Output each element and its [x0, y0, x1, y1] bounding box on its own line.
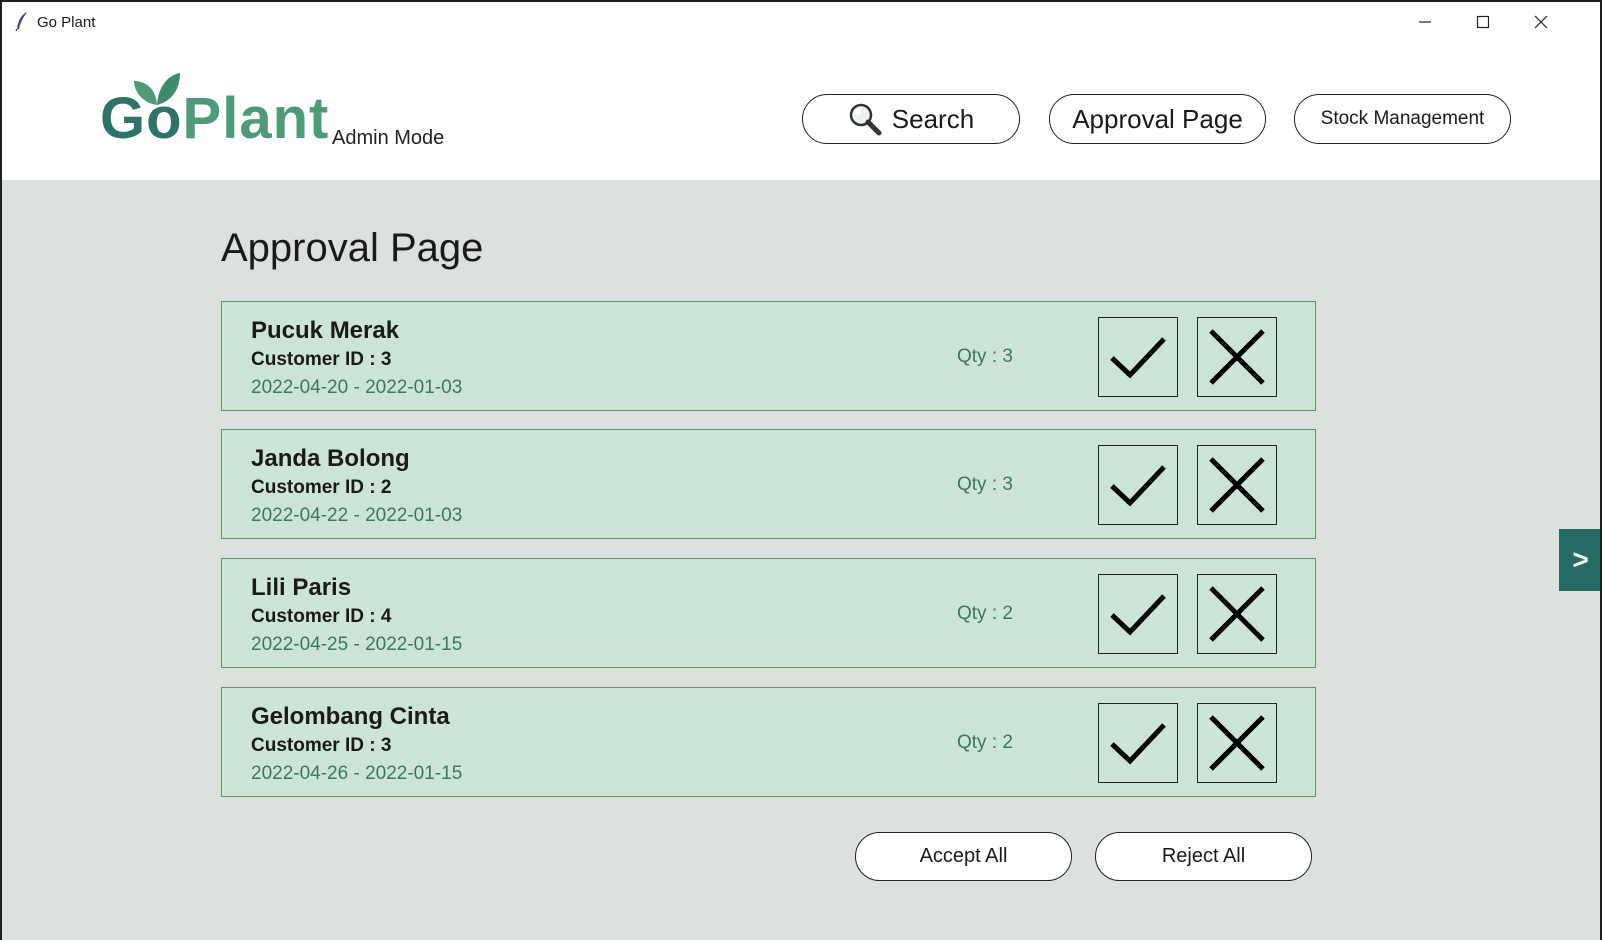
- plant-name: Janda Bolong: [251, 445, 410, 472]
- reject-button[interactable]: [1197, 445, 1277, 525]
- next-arrow-label: >: [1572, 544, 1589, 575]
- checkmark-icon: [1110, 337, 1166, 379]
- admin-mode-label: Admin Mode: [332, 127, 445, 149]
- x-icon: [1209, 457, 1265, 513]
- close-icon: [1534, 15, 1548, 29]
- page-title: Approval Page: [221, 226, 484, 270]
- reject-button[interactable]: [1197, 317, 1277, 397]
- x-icon: [1209, 715, 1265, 771]
- accept-all-button[interactable]: Accept All: [855, 832, 1072, 881]
- date-range: 2022-04-25 - 2022-01-15: [251, 634, 463, 655]
- accept-button[interactable]: [1098, 574, 1178, 654]
- date-range: 2022-04-26 - 2022-01-15: [251, 763, 463, 784]
- customer-id: Customer ID : 3: [251, 349, 392, 370]
- reject-button[interactable]: [1197, 574, 1277, 654]
- app-header: GoPlant Admin Mode Search Approval Page …: [2, 42, 1600, 180]
- logo-go: Go: [100, 86, 183, 151]
- window-title: Go Plant: [37, 14, 96, 31]
- minimize-button[interactable]: [1396, 2, 1454, 42]
- approval-request-card: Janda Bolong Customer ID : 2 2022-04-22 …: [221, 429, 1316, 539]
- logo-plant: Plant: [182, 86, 330, 151]
- quantity: Qty : 3: [957, 346, 1013, 367]
- accept-all-label: Accept All: [919, 845, 1008, 867]
- logo-text: GoPlant: [100, 87, 329, 151]
- checkmark-icon: [1110, 723, 1166, 765]
- title-bar: Go Plant: [2, 2, 1600, 42]
- customer-id: Customer ID : 3: [251, 735, 392, 756]
- plant-name: Lili Paris: [251, 574, 352, 601]
- date-range: 2022-04-20 - 2022-01-03: [251, 377, 463, 398]
- next-page-button[interactable]: >: [1559, 529, 1600, 591]
- reject-all-button[interactable]: Reject All: [1095, 832, 1312, 881]
- quantity: Qty : 3: [957, 474, 1013, 495]
- minimize-icon: [1419, 21, 1431, 23]
- approval-page-nav-button[interactable]: Approval Page: [1049, 94, 1266, 144]
- search-nav-label: Search: [891, 103, 975, 134]
- stock-nav-label: Stock Management: [1320, 108, 1485, 129]
- plant-name: Gelombang Cinta: [251, 703, 450, 730]
- accept-button[interactable]: [1098, 703, 1178, 783]
- accept-button[interactable]: [1098, 317, 1178, 397]
- date-range: 2022-04-22 - 2022-01-03: [251, 505, 463, 526]
- goplant-logo: GoPlant Admin Mode: [100, 71, 450, 155]
- approval-request-card: Lili Paris Customer ID : 4 2022-04-25 - …: [221, 558, 1316, 668]
- approval-nav-label: Approval Page: [1072, 103, 1243, 134]
- feather-icon: [15, 12, 27, 31]
- checkmark-icon: [1110, 594, 1166, 636]
- x-icon: [1209, 586, 1265, 642]
- magnifier-icon: [849, 103, 882, 136]
- quantity: Qty : 2: [957, 732, 1013, 753]
- close-button[interactable]: [1512, 2, 1570, 42]
- checkmark-icon: [1110, 465, 1166, 507]
- x-icon: [1209, 329, 1265, 385]
- maximize-button[interactable]: [1454, 2, 1512, 42]
- app-window: Go Plant GoPlant Admin Mode Search Appro…: [2, 2, 1600, 940]
- stock-management-nav-button[interactable]: Stock Management: [1294, 94, 1511, 144]
- accept-button[interactable]: [1098, 445, 1178, 525]
- approval-request-card: Pucuk Merak Customer ID : 3 2022-04-20 -…: [221, 301, 1316, 411]
- reject-all-label: Reject All: [1161, 845, 1246, 867]
- plant-name: Pucuk Merak: [251, 317, 400, 344]
- customer-id: Customer ID : 2: [251, 477, 392, 498]
- approval-request-card: Gelombang Cinta Customer ID : 3 2022-04-…: [221, 687, 1316, 797]
- customer-id: Customer ID : 4: [251, 606, 392, 627]
- reject-button[interactable]: [1197, 703, 1277, 783]
- maximize-icon: [1476, 15, 1490, 29]
- search-nav-button[interactable]: Search: [802, 94, 1020, 144]
- quantity: Qty : 2: [957, 603, 1013, 624]
